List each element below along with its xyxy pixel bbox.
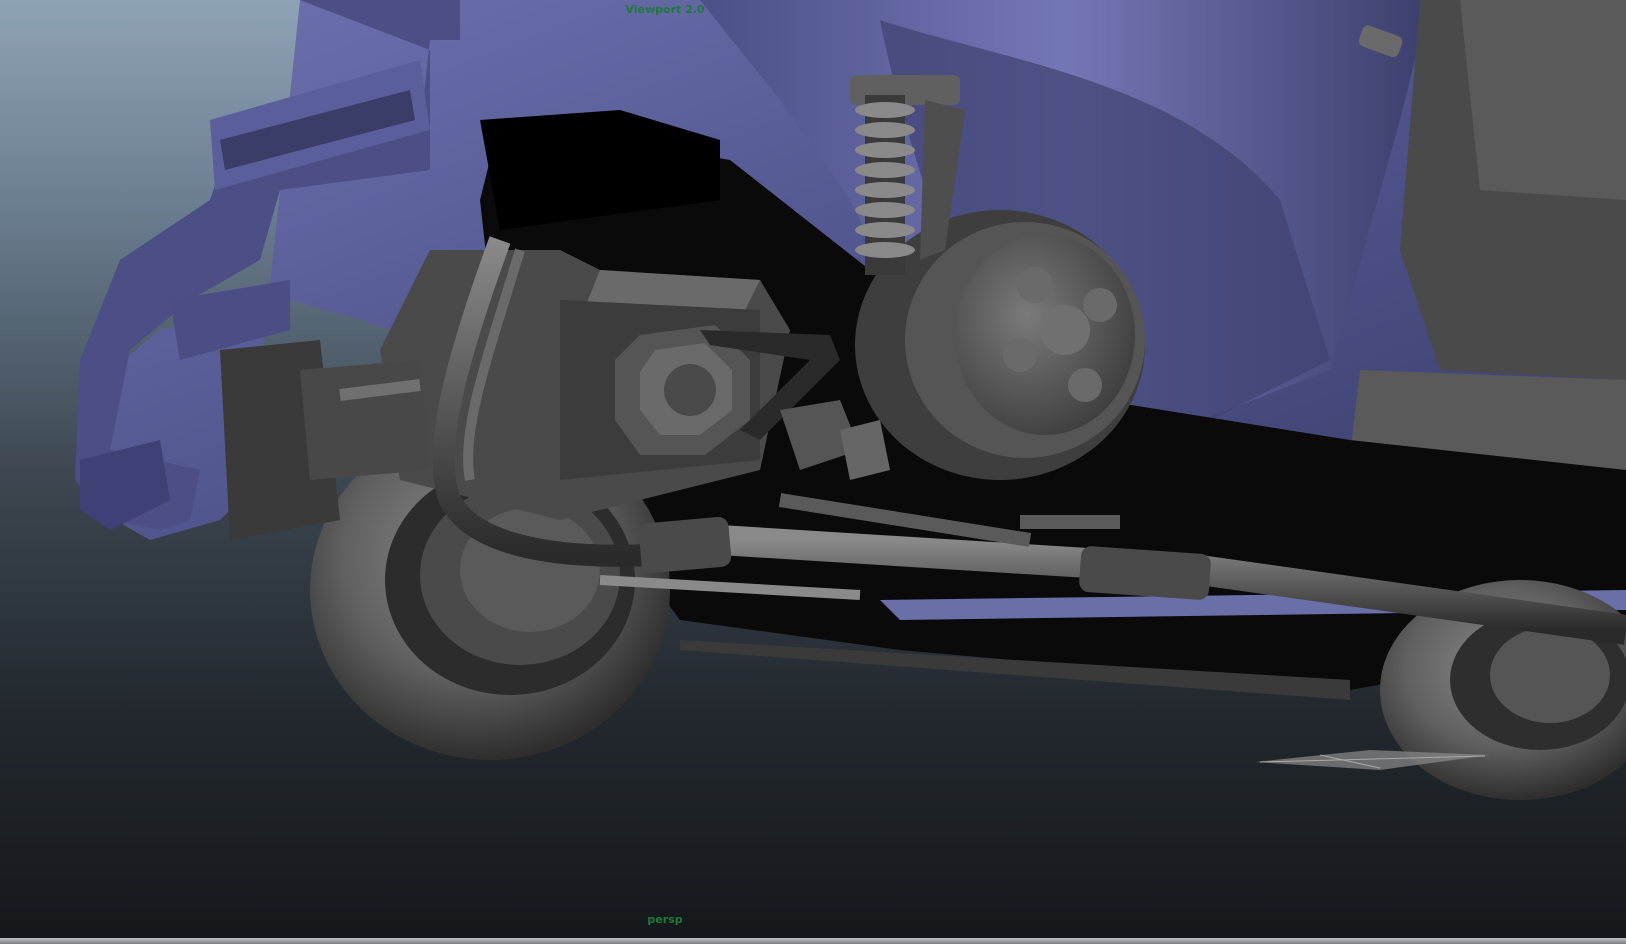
scene-render[interactable] <box>0 0 1626 938</box>
camera-name-label: persp <box>647 913 683 926</box>
3d-viewport[interactable]: Viewport 2.0 persp <box>0 0 1626 938</box>
viewport-bottom-border <box>0 938 1626 944</box>
viewport-renderer-label: Viewport 2.0 <box>625 3 705 16</box>
